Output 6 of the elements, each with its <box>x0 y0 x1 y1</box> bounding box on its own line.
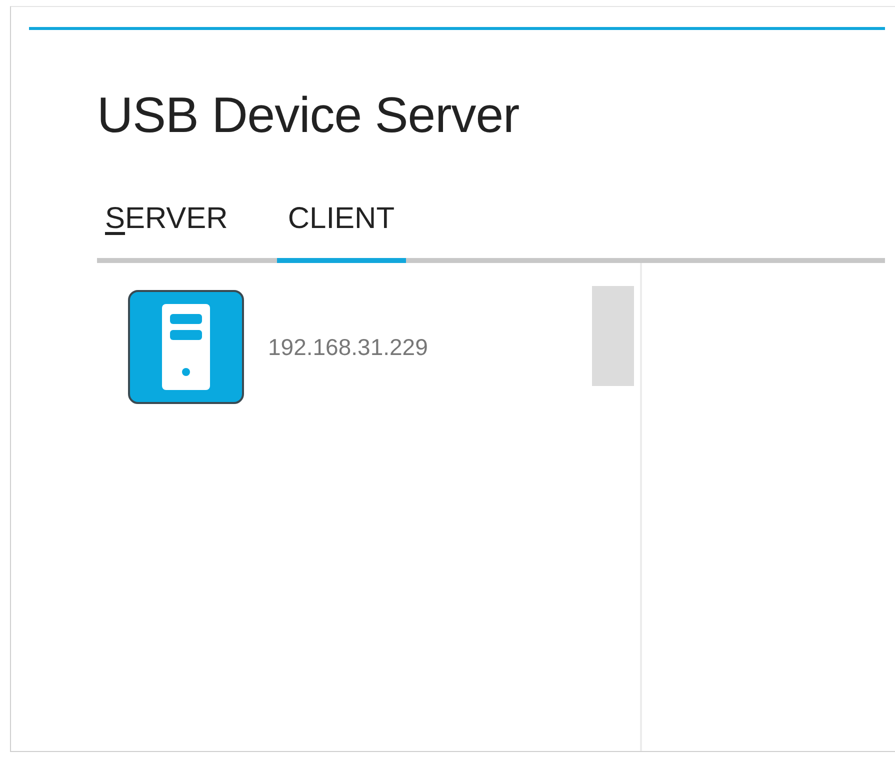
tab[interactable]: SERVER <box>97 202 239 263</box>
window-title: USB Device Server <box>97 90 520 140</box>
tab[interactable]: CLIENT <box>276 202 406 263</box>
server-icon[interactable] <box>128 290 244 404</box>
scrollbar-thumb[interactable] <box>592 286 634 386</box>
server-address[interactable]: 192.168.31.229 <box>268 334 428 360</box>
